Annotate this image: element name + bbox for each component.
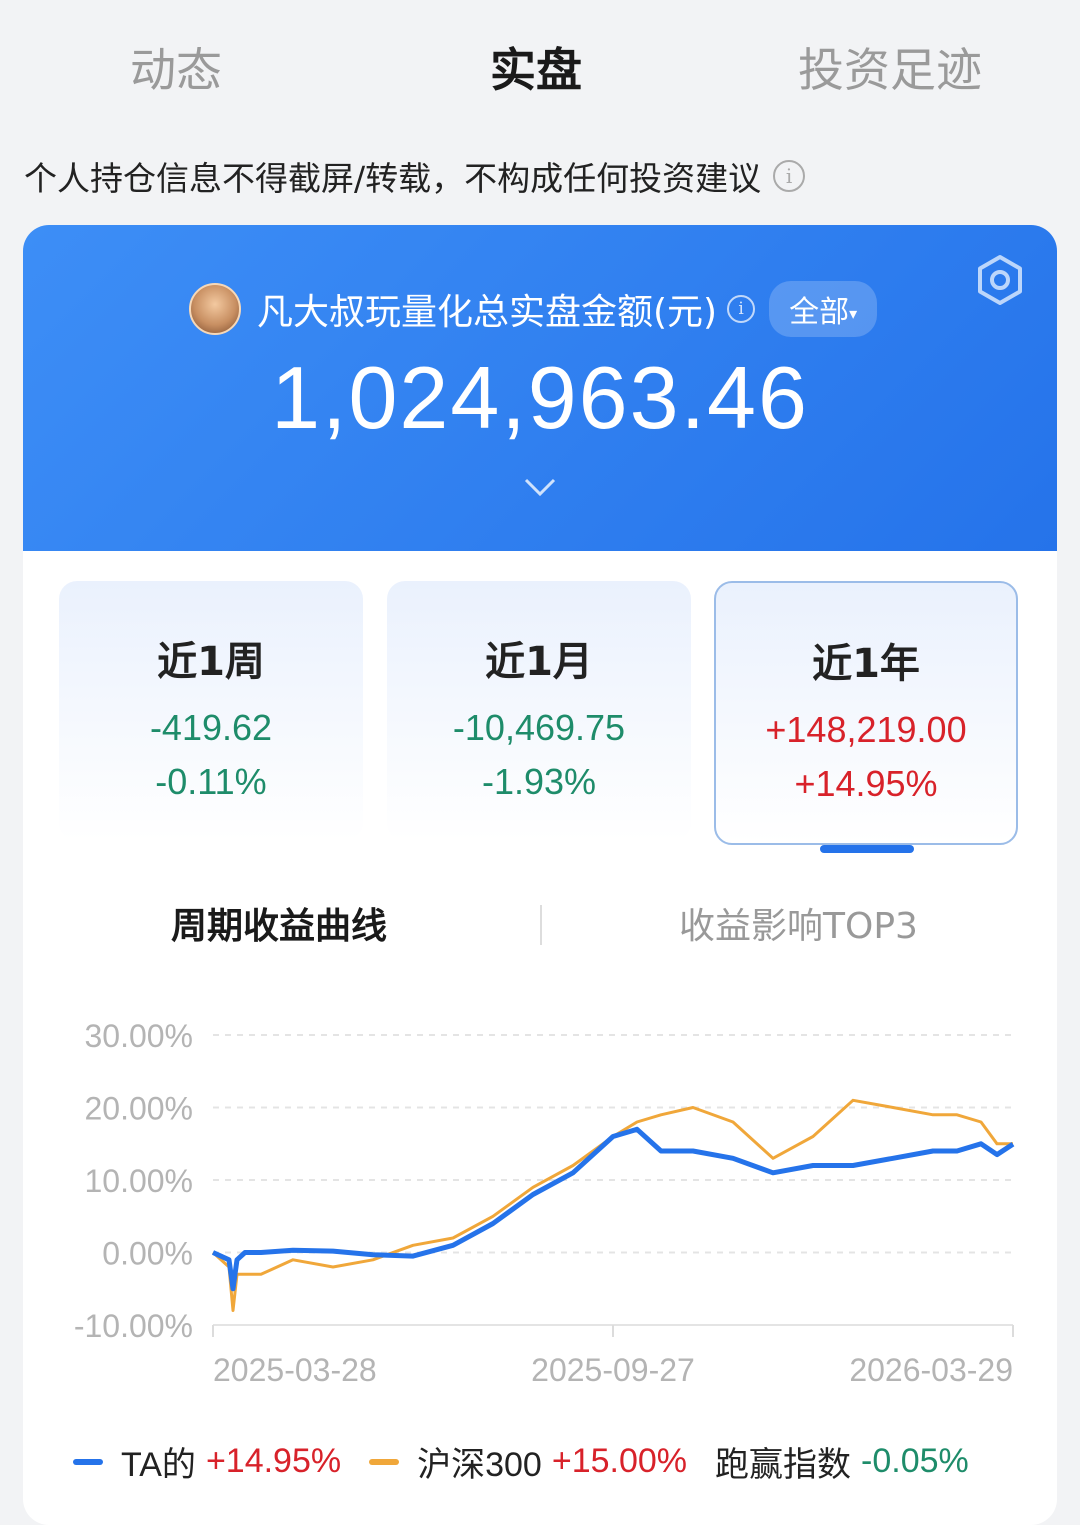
y-tick-label: 10.00% xyxy=(84,1163,193,1199)
tab-top3-impact[interactable]: 收益影响TOP3 xyxy=(679,897,918,949)
y-tick-label: -10.00% xyxy=(74,1308,193,1344)
tab-activity[interactable]: 动态 xyxy=(130,34,222,100)
disclaimer-text: 个人持仓信息不得截屏/转载，不构成任何投资建议 xyxy=(24,159,762,198)
gear-icon[interactable] xyxy=(973,253,1027,307)
y-tick-label: 20.00% xyxy=(84,1091,193,1127)
period-percent: -1.93% xyxy=(481,761,597,802)
period-card-month[interactable]: 近1月 -10,469.75 -1.93% xyxy=(387,581,691,841)
x-tick-label: 2025-03-28 xyxy=(213,1352,377,1388)
portfolio-summary-banner: 凡大叔玩量化总实盘金额(元) i 全部▾ 1,024,963.46 xyxy=(23,225,1057,551)
legend-name: TA的 xyxy=(121,1446,196,1484)
tab-investment-footprint[interactable]: 投资足迹 xyxy=(798,34,982,100)
period-value: -419.62 xyxy=(149,707,273,748)
legend-item-excess: 跑赢指数 -0.05% xyxy=(715,1437,969,1486)
info-icon[interactable]: i xyxy=(727,295,756,323)
legend-item-csi300: 沪深300 +15.00% xyxy=(369,1437,687,1486)
tab-return-curve[interactable]: 周期收益曲线 xyxy=(171,897,387,949)
selected-period-indicator xyxy=(820,845,914,853)
portfolio-card: 凡大叔玩量化总实盘金额(元) i 全部▾ 1,024,963.46 近1周 -4… xyxy=(23,225,1057,1525)
series-line-mine xyxy=(211,1126,1015,1292)
legend-value: +15.00% xyxy=(551,1442,688,1480)
x-tick-label: 2025-09-27 xyxy=(531,1352,695,1388)
disclaimer-notice: 个人持仓信息不得截屏/转载，不构成任何投资建议 i xyxy=(24,152,806,200)
info-icon[interactable]: i xyxy=(773,160,806,192)
total-amount: 1,024,963.46 xyxy=(271,348,809,447)
top-tab-bar: 动态 实盘 投资足迹 xyxy=(0,0,1080,130)
filter-label: 全部 xyxy=(789,295,850,330)
legend-name: 沪深300 xyxy=(417,1446,542,1484)
legend-swatch xyxy=(369,1458,400,1465)
caret-down-icon: ▾ xyxy=(849,304,858,323)
chart-legend: TA的 +14.95% 沪深300 +15.00% 跑赢指数 -0.05% xyxy=(73,1437,1033,1486)
avatar[interactable] xyxy=(189,283,241,335)
series-line-csi300 xyxy=(211,1098,1013,1312)
legend-value: -0.05% xyxy=(861,1442,969,1480)
period-value: -10,469.75 xyxy=(452,707,626,748)
tab-live-portfolio[interactable]: 实盘 xyxy=(490,34,582,100)
account-filter-dropdown[interactable]: 全部▾ xyxy=(769,281,878,337)
period-percent: +14.95% xyxy=(794,763,938,804)
period-label: 近1年 xyxy=(812,641,920,687)
chevron-down-icon[interactable] xyxy=(523,475,557,499)
return-line-chart: 30.00% 20.00% 10.00% 0.00% -10.00% 2025-03-28… xyxy=(74,1018,1015,1388)
period-value: +148,219.00 xyxy=(765,709,967,750)
x-tick-label: 2026-03-29 xyxy=(849,1352,1013,1388)
portfolio-title-row: 凡大叔玩量化总实盘金额(元) i 全部▾ xyxy=(189,281,878,337)
legend-value: +14.95% xyxy=(205,1442,342,1480)
legend-name: 跑赢指数 xyxy=(715,1446,852,1484)
period-percent: -0.11% xyxy=(155,761,267,802)
y-tick-label: 30.00% xyxy=(84,1018,193,1054)
portfolio-title: 凡大叔玩量化总实盘金额(元) xyxy=(257,292,718,333)
period-label: 近1月 xyxy=(485,639,593,685)
period-card-week[interactable]: 近1周 -419.62 -0.11% xyxy=(59,581,363,841)
legend-swatch xyxy=(73,1458,103,1465)
legend-item-mine: TA的 +14.95% xyxy=(73,1437,341,1486)
period-label: 近1周 xyxy=(157,639,265,685)
period-card-year[interactable]: 近1年 +148,219.00 +14.95% xyxy=(714,581,1018,845)
y-tick-label: 0.00% xyxy=(102,1236,193,1272)
divider xyxy=(540,905,542,945)
